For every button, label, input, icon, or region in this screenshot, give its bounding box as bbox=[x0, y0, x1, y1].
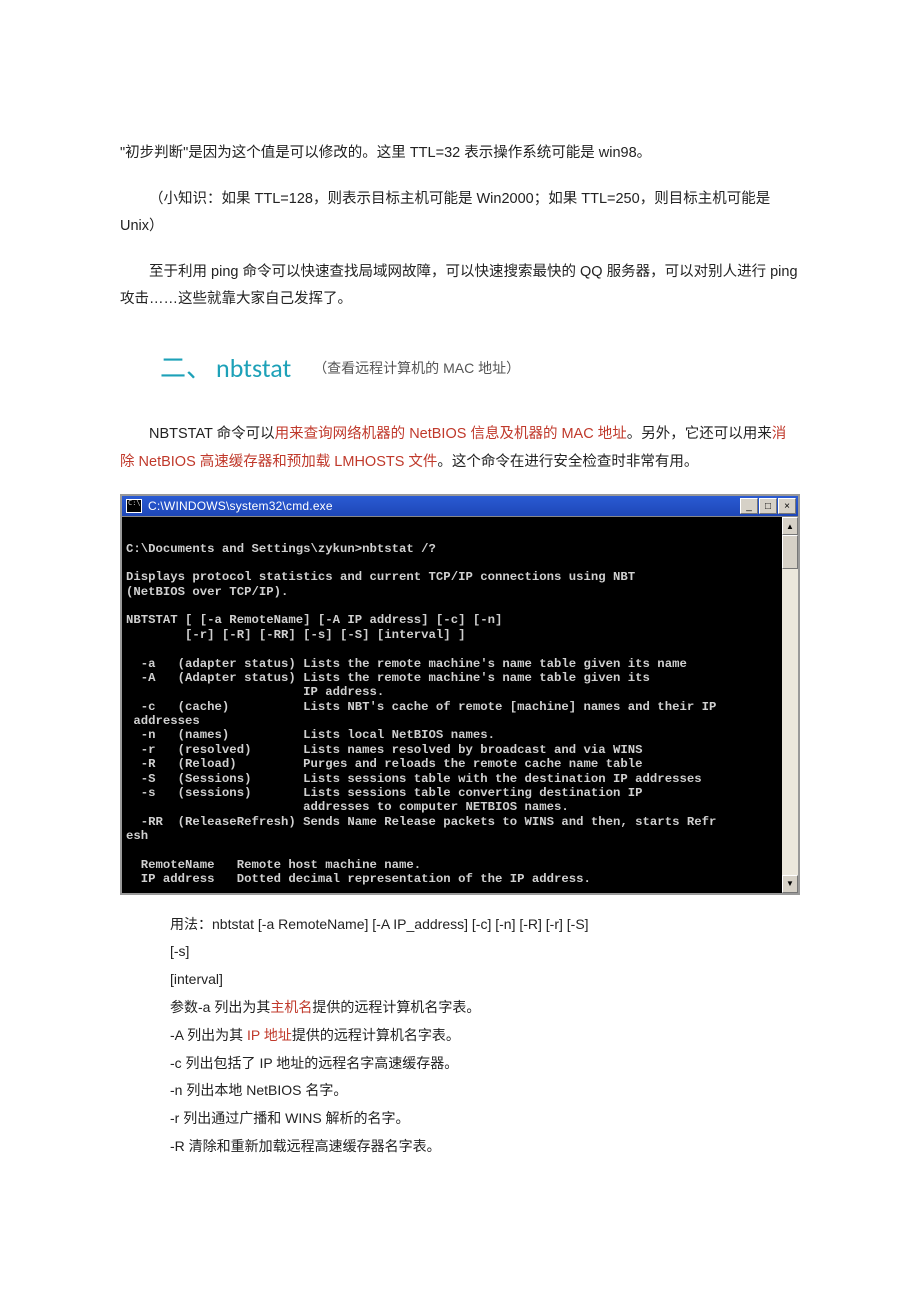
highlighted-text: 主机名 bbox=[270, 999, 312, 1015]
scroll-thumb[interactable] bbox=[782, 535, 798, 569]
usage-block: 用法：nbtstat [-a RemoteName] [-A IP_addres… bbox=[170, 913, 800, 1159]
usage-line: -A 列出为其 IP 地址提供的远程计算机名字表。 bbox=[170, 1024, 800, 1048]
highlighted-text: 用来查询网络机器的 NetBIOS 信息及机器的 MAC 地址 bbox=[275, 426, 627, 442]
terminal-window: C:\WINDOWS\system32\cmd.exe _ □ × C:\Doc… bbox=[120, 494, 800, 894]
usage-line: -n 列出本地 NetBIOS 名字。 bbox=[170, 1079, 800, 1103]
heading-command: nbtstat bbox=[216, 352, 291, 384]
maximize-button[interactable]: □ bbox=[759, 498, 777, 514]
text: 参数-a 列出为其 bbox=[170, 999, 270, 1015]
text: -A 列出为其 bbox=[170, 1027, 247, 1043]
usage-line: -r 列出通过广播和 WINS 解析的名字。 bbox=[170, 1107, 800, 1131]
highlighted-text: IP 地址 bbox=[247, 1027, 292, 1043]
text: 提供的远程计算机名字表。 bbox=[312, 999, 480, 1015]
usage-line: -c 列出包括了 IP 地址的远程名字高速缓存器。 bbox=[170, 1052, 800, 1076]
heading-subtitle: （查看远程计算机的 MAC 地址） bbox=[313, 360, 520, 376]
document-page: "初步判断"是因为这个值是可以修改的。这里 TTL=32 表示操作系统可能是 w… bbox=[0, 0, 920, 1243]
usage-line: [interval] bbox=[170, 968, 800, 992]
terminal-output[interactable]: C:\Documents and Settings\zykun>nbtstat … bbox=[122, 517, 782, 892]
scroll-track[interactable] bbox=[782, 535, 798, 874]
paragraph-2: （小知识：如果 TTL=128，则表示目标主机可能是 Win2000；如果 TT… bbox=[120, 186, 800, 241]
paragraph-4: NBTSTAT 命令可以用来查询网络机器的 NetBIOS 信息及机器的 MAC… bbox=[120, 421, 800, 476]
text: 。另外，它还可以用来 bbox=[627, 426, 772, 442]
paragraph-3: 至于利用 ping 命令可以快速查找局域网故障，可以快速搜索最快的 QQ 服务器… bbox=[120, 259, 800, 314]
terminal-titlebar[interactable]: C:\WINDOWS\system32\cmd.exe _ □ × bbox=[122, 496, 798, 517]
terminal-body-wrap: C:\Documents and Settings\zykun>nbtstat … bbox=[122, 517, 798, 892]
text: NBTSTAT 命令可以 bbox=[149, 426, 275, 442]
terminal-title-text: C:\WINDOWS\system32\cmd.exe bbox=[148, 495, 739, 518]
usage-line: 用法：nbtstat [-a RemoteName] [-A IP_addres… bbox=[170, 913, 800, 937]
scroll-up-button[interactable]: ▲ bbox=[782, 517, 798, 535]
close-button[interactable]: × bbox=[778, 498, 796, 514]
usage-line: -R 清除和重新加载远程高速缓存器名字表。 bbox=[170, 1135, 800, 1159]
terminal-scrollbar[interactable]: ▲ ▼ bbox=[782, 517, 798, 892]
scroll-down-button[interactable]: ▼ bbox=[782, 875, 798, 893]
minimize-button[interactable]: _ bbox=[740, 498, 758, 514]
paragraph-1: "初步判断"是因为这个值是可以修改的。这里 TTL=32 表示操作系统可能是 w… bbox=[120, 140, 800, 168]
usage-line: 参数-a 列出为其主机名提供的远程计算机名字表。 bbox=[170, 996, 800, 1020]
section-heading: 二、 nbtstat （查看远程计算机的 MAC 地址） bbox=[160, 344, 800, 393]
text: 提供的远程计算机名字表。 bbox=[292, 1027, 460, 1043]
heading-number: 二、 bbox=[160, 353, 212, 383]
text: 。这个命令在进行安全检查时非常有用。 bbox=[437, 454, 698, 470]
cmd-icon bbox=[126, 499, 142, 513]
usage-line: [-s] bbox=[170, 940, 800, 964]
